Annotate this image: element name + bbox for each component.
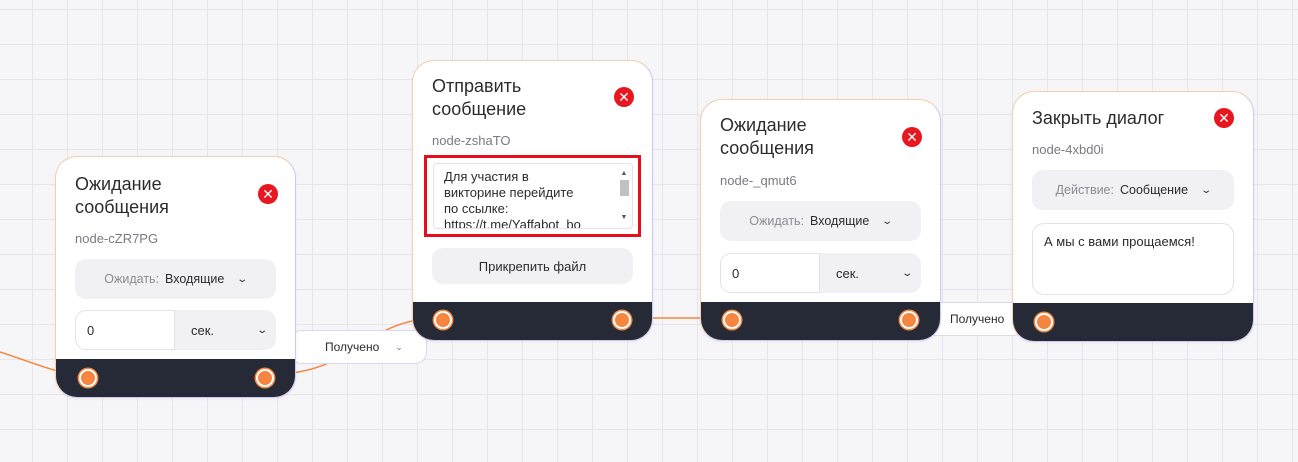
delay-input-group: 0 сек. ⌄	[75, 310, 276, 350]
chevron-down-icon: ⌄	[881, 215, 894, 227]
output-port[interactable]	[613, 311, 631, 329]
close-dialog-node[interactable]: Закрыть диалог ✕ node-4xbd0i Действие: С…	[1012, 91, 1254, 342]
wait-type-select[interactable]: Ожидать: Входящие ⌄	[75, 259, 276, 299]
close-icon[interactable]: ✕	[614, 87, 634, 107]
wait-type-select[interactable]: Ожидать: Входящие ⌄	[720, 201, 921, 241]
node-id: node-_qmut6	[720, 173, 797, 188]
input-port[interactable]	[723, 311, 741, 329]
action-label: Действие:	[1055, 183, 1114, 197]
wait-message-node[interactable]: Ожидание сообщения ✕ node-_qmut6 Ожидать…	[700, 99, 941, 341]
action-select[interactable]: Действие: Сообщение ⌄	[1032, 170, 1234, 210]
wait-type-label: Ожидать:	[104, 272, 160, 286]
output-port[interactable]	[256, 369, 274, 387]
delay-input[interactable]: 0	[75, 310, 175, 350]
node-footer	[413, 302, 652, 340]
close-icon[interactable]: ✕	[902, 127, 922, 147]
input-port[interactable]	[79, 369, 97, 387]
node-title: Ожидание сообщения	[720, 115, 814, 158]
edge-condition-label: Получено	[325, 340, 380, 354]
action-value: Сообщение	[1120, 183, 1189, 197]
wait-message-node[interactable]: Ожидание сообщения ✕ node-cZR7PG Ожидать…	[55, 156, 296, 398]
close-icon[interactable]: ✕	[258, 184, 278, 204]
textarea-scrollbar[interactable]: ▲ ▼	[618, 166, 630, 226]
node-footer	[1013, 303, 1253, 341]
send-message-node[interactable]: Отправить сообщение ✕ node-zshaTO Для уч…	[412, 60, 653, 341]
wait-type-value: Входящие	[165, 272, 225, 286]
chevron-down-icon: ⌄	[1200, 184, 1213, 196]
node-title: Ожидание сообщения	[75, 174, 169, 217]
input-port[interactable]	[1035, 313, 1053, 331]
node-id: node-4xbd0i	[1032, 142, 1104, 157]
message-highlight: Для участия в викторине перейдите по ссы…	[424, 155, 641, 237]
message-textarea[interactable]: Для участия в викторине перейдите по ссы…	[433, 163, 633, 229]
node-footer	[701, 302, 940, 340]
node-id: node-cZR7PG	[75, 231, 159, 246]
farewell-message-textarea[interactable]: А мы с вами прощаемся!	[1032, 223, 1234, 295]
delay-unit-value: сек.	[836, 265, 860, 281]
output-port[interactable]	[900, 311, 918, 329]
scroll-thumb[interactable]	[620, 180, 629, 196]
close-icon[interactable]: ✕	[1214, 108, 1234, 128]
wait-type-value: Входящие	[810, 214, 870, 228]
input-port[interactable]	[434, 311, 452, 329]
edge-condition-label: Получено	[950, 312, 1005, 326]
attach-file-button[interactable]: Прикрепить файл	[432, 248, 633, 284]
node-id: node-zshaTO	[432, 133, 511, 148]
delay-input[interactable]: 0	[720, 253, 820, 293]
delay-unit-select[interactable]: сек. ⌄	[175, 310, 276, 350]
delay-unit-select[interactable]: сек. ⌄	[820, 253, 921, 293]
delay-unit-value: сек.	[191, 322, 215, 338]
edge-condition-select[interactable]: Получено ⌄	[294, 330, 427, 364]
chevron-down-icon: ⌄	[900, 267, 913, 279]
chevron-down-icon: ⌄	[236, 273, 249, 285]
chevron-down-icon: ⌄	[255, 324, 268, 336]
node-title: Закрыть диалог	[1032, 108, 1165, 128]
node-footer	[56, 359, 295, 397]
scroll-down-icon[interactable]: ▼	[618, 210, 630, 226]
node-title: Отправить сообщение	[432, 76, 527, 119]
chevron-down-icon: ⌄	[395, 341, 403, 352]
wait-type-label: Ожидать:	[749, 214, 805, 228]
delay-input-group: 0 сек. ⌄	[720, 253, 921, 293]
